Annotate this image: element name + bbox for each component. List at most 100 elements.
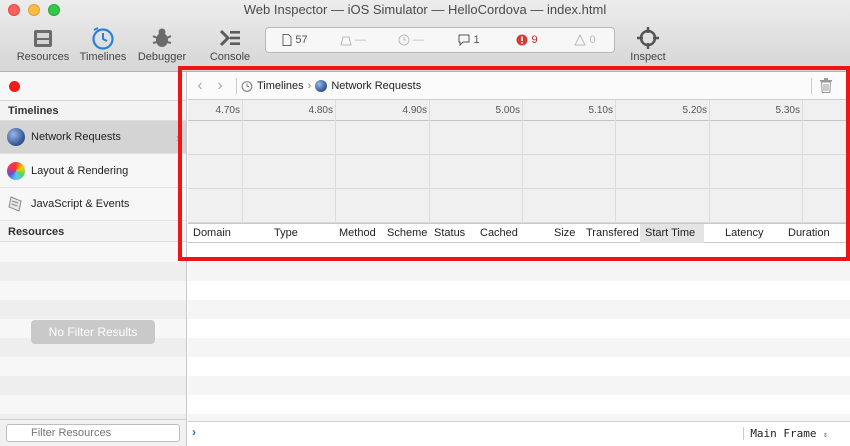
- sidebar-item-label: Layout & Rendering: [31, 165, 129, 177]
- no-filter-results: No Filter Results: [31, 320, 155, 344]
- console-prompt[interactable]: ›: [192, 425, 196, 439]
- back-arrow-icon[interactable]: ‹: [190, 77, 210, 95]
- resources-tab[interactable]: Resources: [13, 26, 73, 63]
- console-tab[interactable]: Console: [200, 26, 260, 63]
- dashboard[interactable]: 57 — — 1 9 0: [265, 27, 615, 53]
- grid-line: [802, 100, 803, 223]
- nav-divider: [236, 77, 237, 94]
- column-transfered[interactable]: Transfered: [586, 224, 639, 243]
- resources-tab-label: Resources: [16, 51, 70, 63]
- trash-icon[interactable]: [820, 78, 832, 93]
- clock-icon: [398, 34, 410, 46]
- sidebar-item-javascript-events[interactable]: JavaScript & Events: [0, 188, 186, 221]
- ruler-tick-label: 4.80s: [308, 105, 333, 116]
- column-duration[interactable]: Duration: [788, 224, 830, 243]
- resources-count: 57: [295, 34, 308, 46]
- logs-count: 1: [473, 34, 480, 46]
- dashboard-warnings[interactable]: 0: [556, 34, 614, 46]
- breadcrumb-timelines[interactable]: Timelines: [241, 80, 304, 92]
- grid-line: [242, 100, 243, 223]
- debugger-tab[interactable]: Debugger: [132, 26, 192, 63]
- window-titlebar: Web Inspector — iOS Simulator — HelloCor…: [0, 0, 850, 72]
- ruler-tick-label: 4.90s: [402, 105, 427, 116]
- ruler-tick-label: 5.10s: [588, 105, 613, 116]
- dashboard-load[interactable]: —: [324, 34, 382, 46]
- grid-line: [429, 100, 430, 223]
- dashboard-logs[interactable]: 1: [440, 34, 498, 46]
- bug-icon: [152, 28, 172, 47]
- debugger-tab-label: Debugger: [137, 51, 187, 63]
- errors-count: 9: [531, 34, 538, 46]
- grid-line: [522, 100, 523, 223]
- crosshair-icon: [637, 27, 659, 49]
- breadcrumb-network-requests[interactable]: Network Requests: [315, 79, 422, 92]
- column-type[interactable]: Type: [274, 224, 298, 243]
- overview-row-network: [188, 121, 850, 155]
- column-latency[interactable]: Latency: [725, 224, 764, 243]
- column-method[interactable]: Method: [339, 224, 376, 243]
- dashboard-resources[interactable]: 57: [266, 34, 324, 46]
- column-cached[interactable]: Cached: [480, 224, 518, 243]
- column-start-time-label: Start Time: [645, 227, 696, 239]
- dashboard-time[interactable]: —: [382, 34, 440, 46]
- overview-row-layout: [188, 155, 850, 189]
- select-arrows-icon: ⇕: [823, 430, 828, 439]
- column-start-time[interactable]: Start Time ▲: [640, 224, 704, 257]
- breadcrumb-separator-icon: ›: [307, 79, 312, 92]
- trash-divider: [811, 78, 812, 94]
- elapsed-time: —: [413, 34, 424, 46]
- inspect-label: Inspect: [630, 51, 666, 63]
- column-domain[interactable]: Domain: [193, 224, 231, 243]
- document-icon: [282, 34, 292, 46]
- color-wheel-icon: [7, 162, 25, 180]
- overview-row-script: [188, 189, 850, 223]
- timelines-tab-label: Timelines: [79, 51, 127, 63]
- timelines-tab[interactable]: Timelines: [73, 26, 133, 63]
- warnings-count: 0: [589, 34, 596, 46]
- ruler-tick-label: 4.70s: [215, 105, 240, 116]
- breadcrumb-root-label: Timelines: [257, 79, 304, 92]
- grid-line: [615, 100, 616, 223]
- log-bubble-icon: [458, 34, 470, 46]
- dashboard-errors[interactable]: 9: [498, 34, 556, 46]
- execution-context-select[interactable]: Main Frame ⇕: [743, 427, 828, 440]
- timeline-ruler[interactable]: 4.70s 4.80s 4.90s 5.00s 5.10s 5.20s 5.30…: [188, 100, 850, 121]
- inspect-button[interactable]: Inspect: [618, 26, 678, 63]
- timelines-icon: [92, 27, 114, 50]
- ruler-tick-label: 5.00s: [495, 105, 520, 116]
- quick-console: › Main Frame ⇕: [188, 421, 850, 446]
- column-status[interactable]: Status: [434, 224, 465, 243]
- filter-bar: [0, 419, 186, 446]
- filter-resources-input[interactable]: [6, 424, 180, 442]
- load-time: —: [355, 34, 366, 46]
- forward-arrow-icon[interactable]: ›: [210, 77, 230, 95]
- network-table-body: [188, 243, 850, 421]
- error-icon: [516, 34, 528, 46]
- ruler-tick-label: 5.30s: [775, 105, 800, 116]
- sidebar-item-label: JavaScript & Events: [31, 198, 130, 210]
- breadcrumb-current-label: Network Requests: [331, 79, 422, 92]
- execution-context-label: Main Frame: [750, 427, 817, 440]
- timeline-overview[interactable]: [188, 121, 850, 223]
- sidebar-item-label: Network Requests: [31, 131, 121, 143]
- main-content: ‹ › Timelines › Network Requests 4.70s 4…: [188, 72, 850, 446]
- grid-line: [335, 100, 336, 223]
- console-tab-label: Console: [209, 51, 251, 63]
- globe-small-icon: [315, 79, 328, 92]
- console-icon: [219, 29, 240, 47]
- navigation-bar: ‹ › Timelines › Network Requests: [188, 72, 850, 100]
- timelines-small-icon: [241, 80, 253, 92]
- timelines-section-header: Timelines: [0, 101, 186, 121]
- chevron-right-icon: ›: [176, 131, 180, 145]
- column-scheme[interactable]: Scheme: [387, 224, 427, 243]
- record-button[interactable]: [9, 81, 20, 92]
- sidebar-item-layout-rendering[interactable]: Layout & Rendering: [0, 155, 186, 188]
- column-size[interactable]: Size: [554, 224, 575, 243]
- network-table-header: Domain Type Method Scheme Status Cached …: [188, 223, 850, 257]
- resources-section-header: Resources: [0, 222, 186, 242]
- grid-line: [709, 100, 710, 223]
- sidebar: Timelines Network Requests › Layout & Re…: [0, 72, 187, 446]
- warning-icon: [574, 34, 587, 46]
- sidebar-item-network-requests[interactable]: Network Requests ›: [0, 121, 186, 154]
- script-scroll-icon: [8, 196, 22, 212]
